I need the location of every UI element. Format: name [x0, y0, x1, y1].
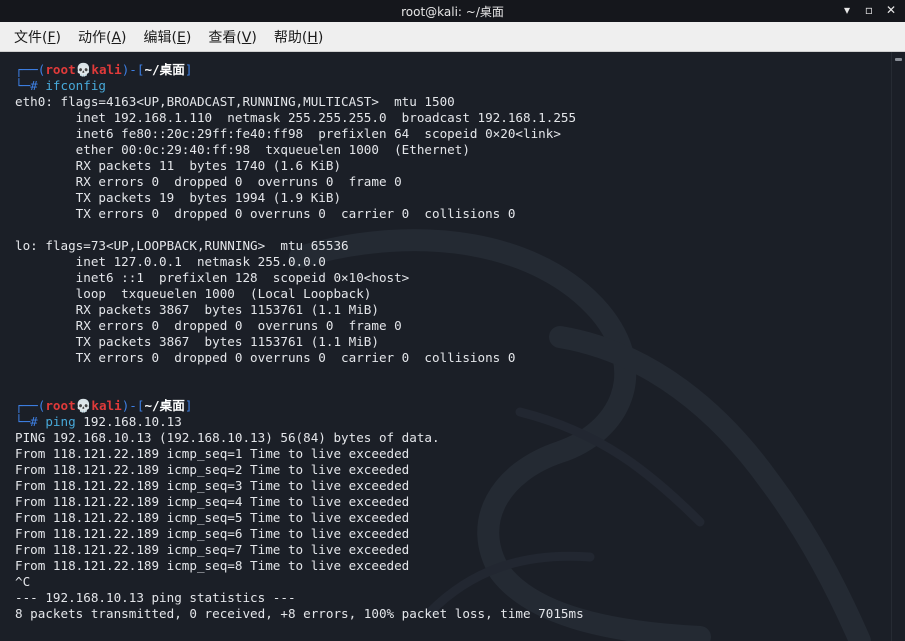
menu-action[interactable]: 动作(A) [70, 24, 135, 50]
output-line: From 118.121.22.189 icmp_seq=4 Time to l… [15, 494, 410, 509]
maximize-icon[interactable]: ▫ [861, 2, 877, 18]
output-line: RX packets 3867 bytes 1153761 (1.1 MiB) [15, 302, 379, 317]
minimize-icon[interactable]: ▾ [839, 2, 855, 18]
output-line: From 118.121.22.189 icmp_seq=1 Time to l… [15, 446, 410, 461]
vertical-scrollbar[interactable] [891, 52, 905, 641]
command-line: └─# ping 192.168.10.13 [15, 414, 182, 429]
terminal-lines: ┌──(root💀kali)-[~/桌面] └─# ifconfig eth0:… [15, 62, 584, 622]
output-line: TX packets 19 bytes 1994 (1.9 KiB) [15, 190, 342, 205]
menu-file[interactable]: 文件(F) [6, 24, 69, 50]
output-line: ^C [15, 574, 31, 589]
output-line: --- 192.168.10.13 ping statistics --- [15, 590, 296, 605]
output-line: RX errors 0 dropped 0 overruns 0 frame 0 [15, 174, 402, 189]
skull-icon: 💀 [75, 398, 92, 413]
output-line: 8 packets transmitted, 0 received, +8 er… [15, 606, 584, 621]
terminal-window: root@kali: ~/桌面 ▾ ▫ ✕ 文件(F) 动作(A) 编辑(E) … [0, 0, 905, 641]
output-line: From 118.121.22.189 icmp_seq=5 Time to l… [15, 510, 410, 525]
output-line: inet 127.0.0.1 netmask 255.0.0.0 [15, 254, 326, 269]
prompt-line: ┌──(root💀kali)-[~/桌面] [15, 62, 193, 77]
skull-icon: 💀 [75, 62, 92, 77]
menu-bar: 文件(F) 动作(A) 编辑(E) 查看(V) 帮助(H) [0, 22, 905, 52]
scrollbar-thumb[interactable] [895, 58, 902, 61]
terminal-output[interactable]: ┌──(root💀kali)-[~/桌面] └─# ifconfig eth0:… [0, 52, 891, 641]
window-controls: ▾ ▫ ✕ [839, 2, 899, 18]
output-line: loop txqueuelen 1000 (Local Loopback) [15, 286, 372, 301]
output-line: TX packets 3867 bytes 1153761 (1.1 MiB) [15, 334, 379, 349]
output-line: RX packets 11 bytes 1740 (1.6 KiB) [15, 158, 342, 173]
menu-view[interactable]: 查看(V) [200, 24, 265, 50]
output-line: eth0: flags=4163<UP,BROADCAST,RUNNING,MU… [15, 94, 455, 109]
output-line: From 118.121.22.189 icmp_seq=6 Time to l… [15, 526, 410, 541]
title-bar: root@kali: ~/桌面 ▾ ▫ ✕ [0, 0, 905, 22]
output-line: From 118.121.22.189 icmp_seq=7 Time to l… [15, 542, 410, 557]
output-line: From 118.121.22.189 icmp_seq=2 Time to l… [15, 462, 410, 477]
output-line: inet 192.168.1.110 netmask 255.255.255.0… [15, 110, 577, 125]
prompt-line: ┌──(root💀kali)-[~/桌面] [15, 398, 193, 413]
output-line: inet6 ::1 prefixlen 128 scopeid 0×10<hos… [15, 270, 410, 285]
output-line: From 118.121.22.189 icmp_seq=8 Time to l… [15, 558, 410, 573]
close-icon[interactable]: ✕ [883, 2, 899, 18]
output-line: TX errors 0 dropped 0 overruns 0 carrier… [15, 206, 516, 221]
window-title: root@kali: ~/桌面 [401, 4, 504, 19]
output-line: PING 192.168.10.13 (192.168.10.13) 56(84… [15, 430, 440, 445]
menu-edit[interactable]: 编辑(E) [136, 24, 200, 50]
output-line: inet6 fe80::20c:29ff:fe40:ff98 prefixlen… [15, 126, 561, 141]
menu-help[interactable]: 帮助(H) [266, 24, 331, 50]
output-line: lo: flags=73<UP,LOOPBACK,RUNNING> mtu 65… [15, 238, 349, 253]
output-line: From 118.121.22.189 icmp_seq=3 Time to l… [15, 478, 410, 493]
output-line: ether 00:0c:29:40:ff:98 txqueuelen 1000 … [15, 142, 470, 157]
command-line: └─# ifconfig [15, 78, 107, 93]
output-line: RX errors 0 dropped 0 overruns 0 frame 0 [15, 318, 402, 333]
output-line: TX errors 0 dropped 0 overruns 0 carrier… [15, 350, 516, 365]
